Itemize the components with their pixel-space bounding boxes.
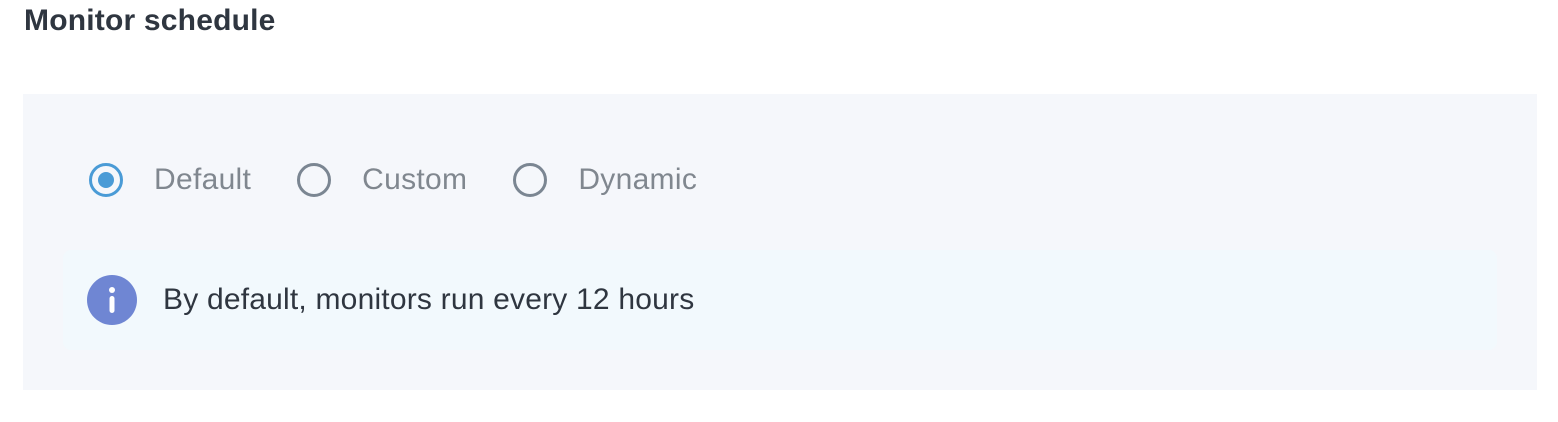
radio-button-dynamic[interactable] [513, 163, 548, 197]
radio-selected-dot [98, 172, 114, 188]
info-text: By default, monitors run every 12 hours [163, 283, 695, 316]
info-icon [87, 275, 137, 325]
radio-label-custom: Custom [362, 163, 468, 196]
radio-label-dynamic: Dynamic [578, 163, 698, 196]
radio-button-custom[interactable] [297, 163, 332, 197]
schedule-radio-group: Default Custom Dynamic [89, 158, 743, 202]
radio-label-default: Default [154, 163, 252, 196]
radio-option-default[interactable]: Default [89, 163, 251, 197]
radio-option-dynamic[interactable]: Dynamic [513, 163, 697, 197]
monitor-schedule-page: Monitor schedule Default Custom Dynamic [0, 0, 1558, 422]
radio-button-default[interactable] [89, 163, 123, 197]
info-banner: By default, monitors run every 12 hours [63, 250, 1497, 350]
info-glyph-icon [109, 287, 115, 313]
schedule-panel: Default Custom Dynamic By default, monit… [23, 94, 1537, 390]
radio-option-custom[interactable]: Custom [297, 163, 467, 197]
section-title: Monitor schedule [24, 4, 276, 37]
